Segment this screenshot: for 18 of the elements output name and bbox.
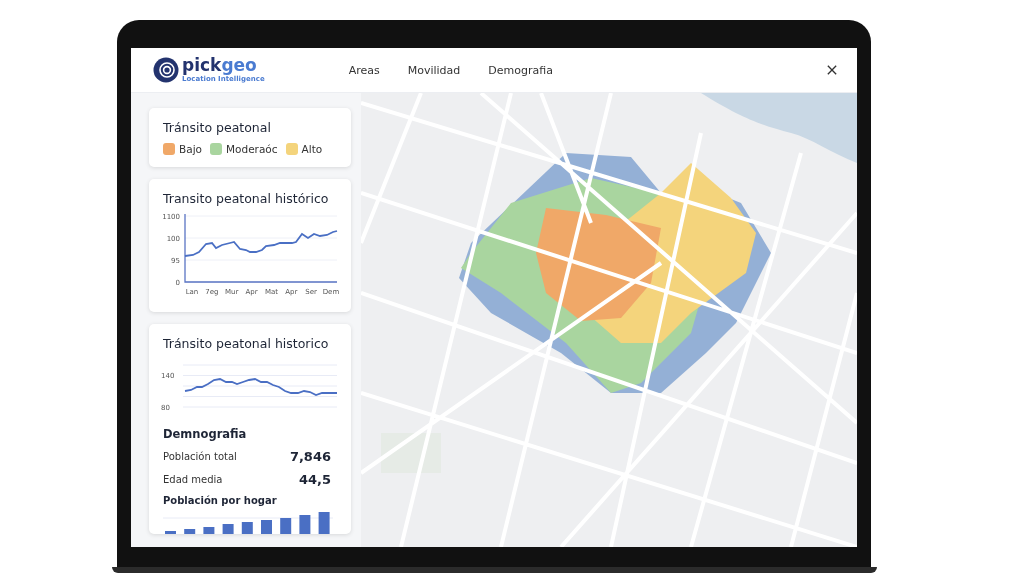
nav-link[interactable]: Movilidad: [407, 63, 461, 77]
card-title: Transito peatonal histórico: [163, 191, 330, 206]
nav-link[interactable]: Demografia: [488, 63, 553, 77]
legend-label: Moderaóc: [226, 143, 278, 155]
stat-label: Población total: [163, 451, 237, 462]
close-icon[interactable]: [827, 65, 837, 75]
section-title: Población por hogar: [163, 495, 278, 506]
card-title: Tránsito peatonal: [163, 120, 272, 135]
stat-label: Edad media: [163, 474, 223, 485]
nav-link[interactable]: Areas: [348, 63, 380, 77]
card-title: Tránsito peatonal historico: [163, 336, 330, 351]
legend-label: Bajo: [179, 143, 202, 155]
legend-label: Alto: [301, 143, 323, 155]
logo-wordmark: pickgeo: [182, 57, 257, 74]
section-title: Demnografia: [163, 427, 248, 441]
stat-value: 44,5: [298, 472, 331, 487]
stat-value: 7,846: [289, 449, 331, 464]
logo-icon: [153, 57, 179, 83]
